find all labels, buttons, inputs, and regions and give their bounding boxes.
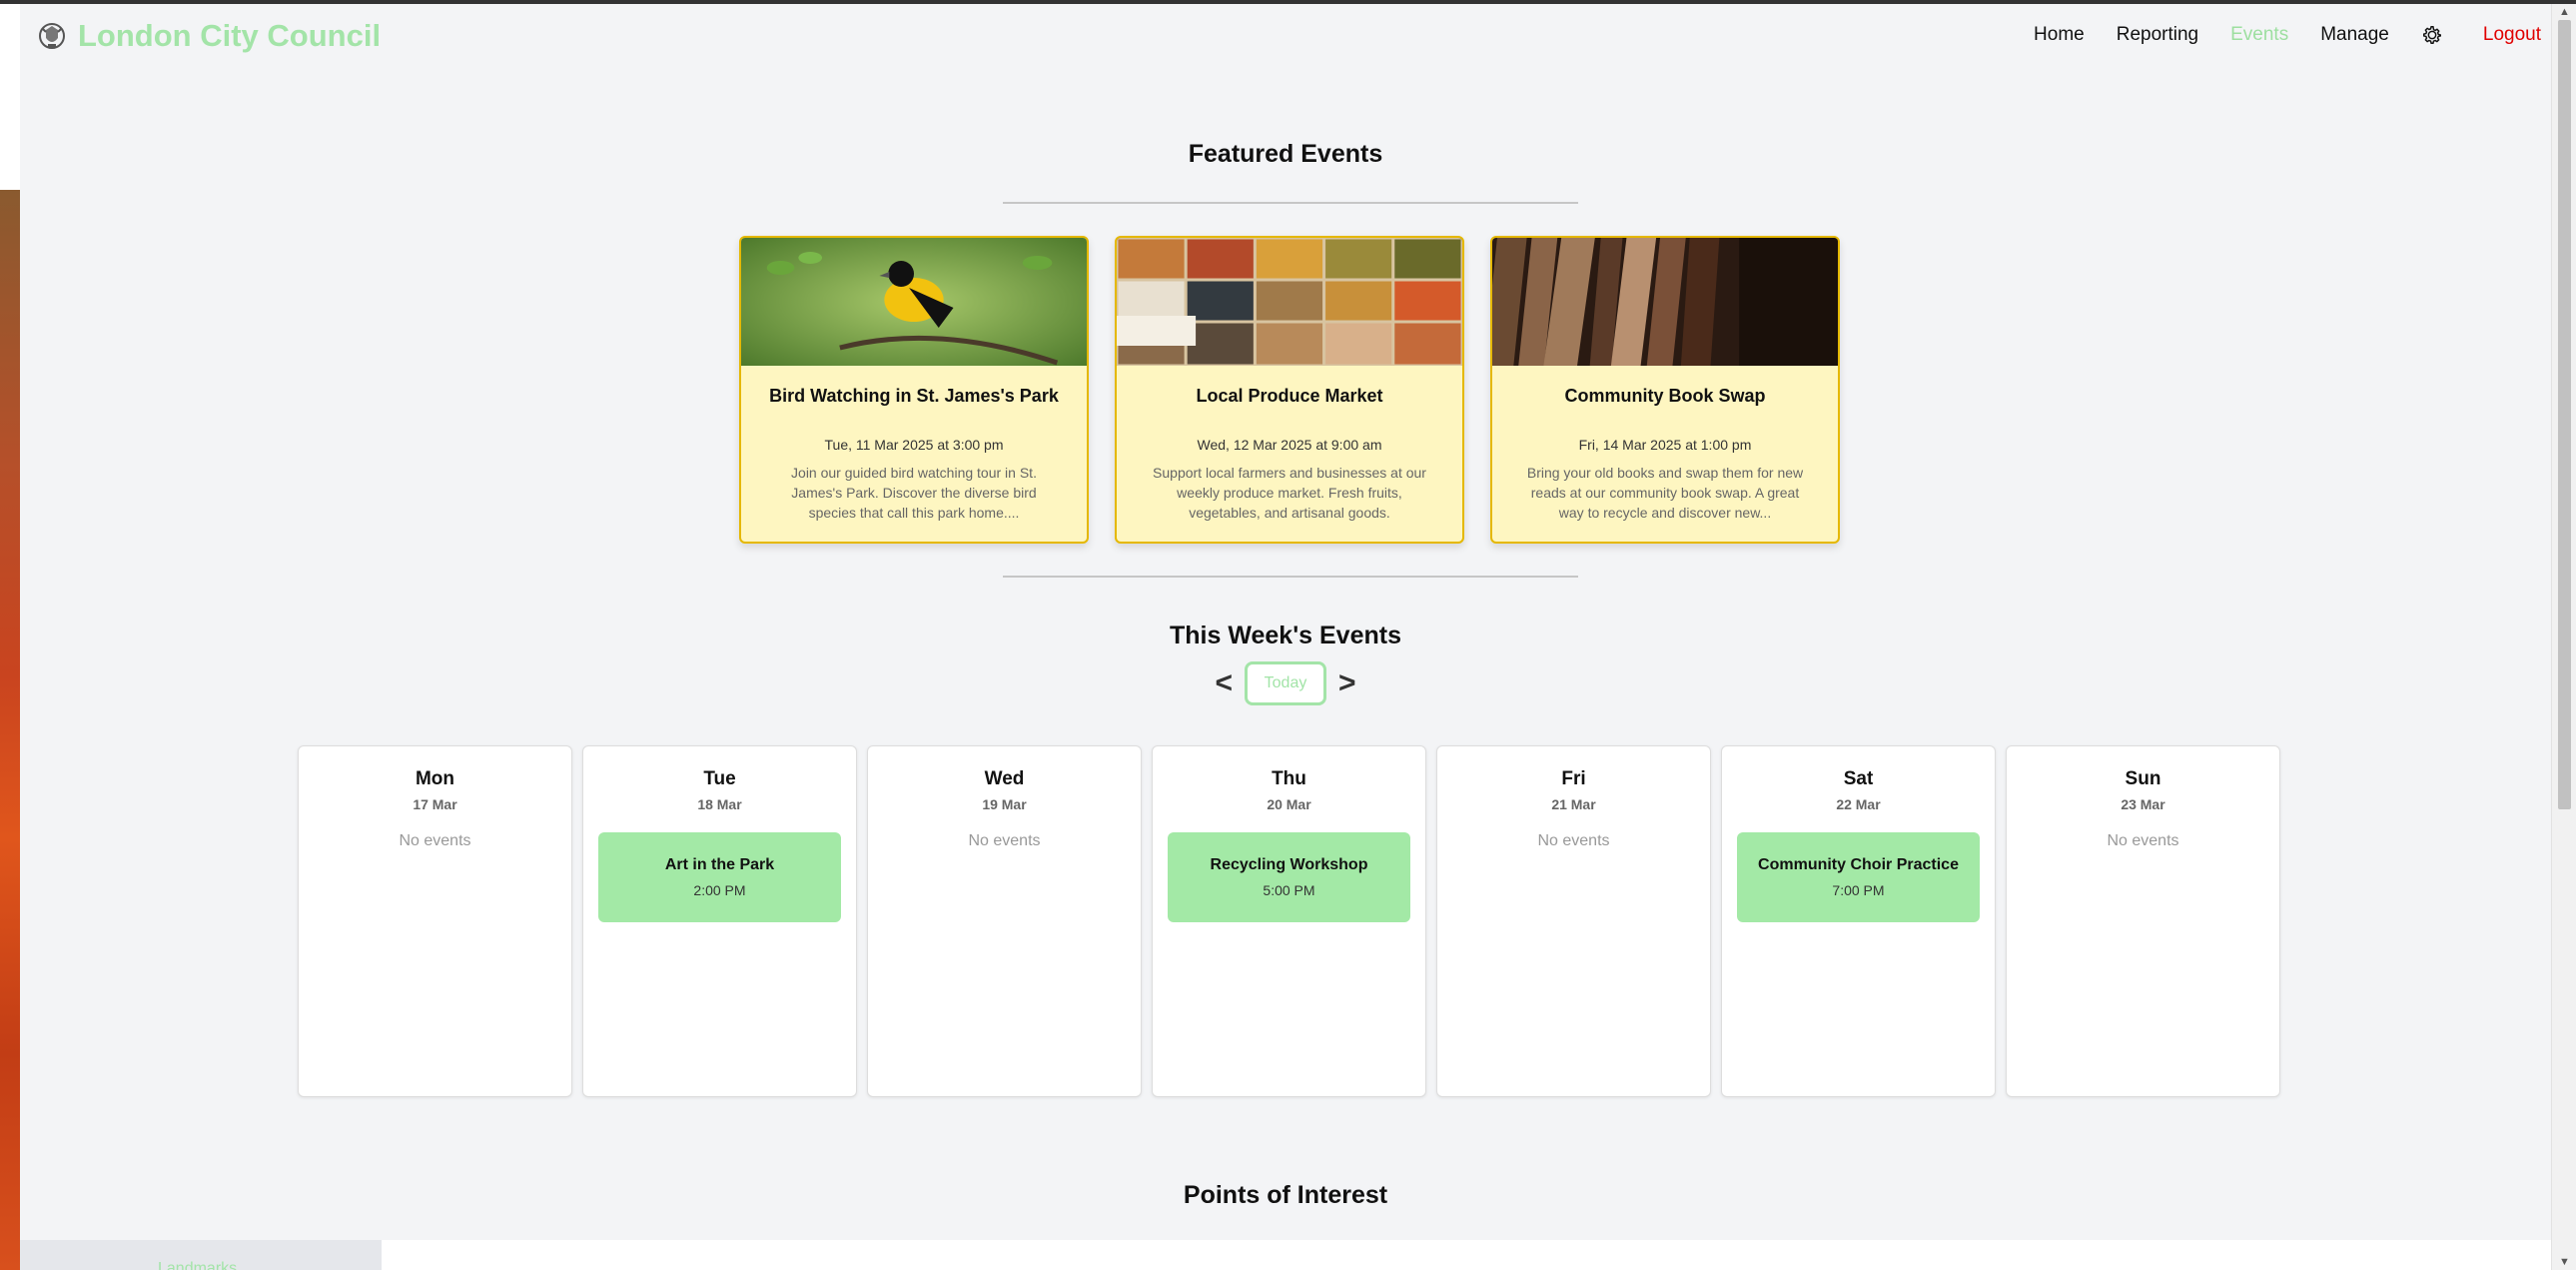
card-title: Bird Watching in St. James's Park (769, 386, 1059, 406)
day-date: 23 Mar (2121, 796, 2165, 812)
no-events-label: No events (968, 832, 1041, 849)
event-title: Community Choir Practice (1758, 856, 1959, 873)
previous-week-button[interactable]: < (1215, 666, 1233, 700)
day-column-sun[interactable]: Sun 23 Mar No events (2006, 745, 2280, 1097)
event-item[interactable]: Community Choir Practice 7:00 PM (1737, 832, 1980, 922)
day-date: 18 Mar (697, 796, 742, 812)
day-date: 20 Mar (1267, 796, 1311, 812)
week-navigation: < Today > (20, 661, 2551, 705)
card-date: Fri, 14 Mar 2025 at 1:00 pm (1578, 437, 1752, 453)
background-image-strip (0, 190, 20, 1270)
card-description: Join our guided bird watching tour in St… (791, 465, 1037, 521)
day-column-thu[interactable]: Thu 20 Mar Recycling Workshop 5:00 PM (1152, 745, 1426, 1097)
nav-reporting[interactable]: Reporting (2117, 24, 2198, 46)
no-events-label: No events (2107, 832, 2179, 849)
bird-image (741, 238, 1087, 366)
nav-events[interactable]: Events (2230, 24, 2288, 46)
event-title: Art in the Park (664, 856, 775, 873)
event-item[interactable]: Recycling Workshop 5:00 PM (1168, 832, 1410, 922)
no-events-label: No events (399, 832, 471, 849)
day-name: Wed (984, 768, 1025, 789)
featured-cards: Bird Watching in St. James's Park Tue, 1… (739, 236, 1840, 544)
event-time: 7:00 PM (1832, 882, 1885, 898)
books-image (1492, 238, 1838, 366)
featured-card[interactable]: Local Produce Market Wed, 12 Mar 2025 at… (1115, 236, 1464, 544)
day-date: 19 Mar (982, 796, 1027, 812)
no-events-label: No events (1537, 832, 1610, 849)
day-column-fri[interactable]: Fri 21 Mar No events (1436, 745, 1711, 1097)
day-date: 22 Mar (1836, 796, 1881, 812)
poi-tab-landmarks[interactable]: Landmarks (158, 1260, 237, 1270)
market-spices-image (1117, 238, 1462, 366)
card-date: Tue, 11 Mar 2025 at 3:00 pm (824, 437, 1004, 453)
event-time: 5:00 PM (1263, 882, 1315, 898)
scrollbar[interactable]: ▲ ▼ (2551, 4, 2576, 1270)
header: London City Council Home Reporting Event… (20, 4, 2551, 68)
event-time: 2:00 PM (693, 882, 746, 898)
day-date: 21 Mar (1551, 796, 1596, 812)
event-item[interactable]: Art in the Park 2:00 PM (598, 832, 841, 922)
nav-manage[interactable]: Manage (2320, 24, 2389, 46)
featured-events-title: Featured Events (1188, 140, 1383, 168)
scroll-up-icon[interactable]: ▲ (2559, 6, 2570, 18)
featured-divider-bottom (1003, 576, 1578, 578)
card-title: Community Book Swap (1564, 386, 1766, 406)
today-button[interactable]: Today (1245, 661, 1326, 705)
nav-home[interactable]: Home (2034, 24, 2085, 46)
day-column-wed[interactable]: Wed 19 Mar No events (867, 745, 1142, 1097)
day-date: 17 Mar (413, 796, 457, 812)
poi-panel (382, 1240, 2551, 1270)
brand[interactable]: London City Council (36, 18, 381, 54)
featured-card[interactable]: Bird Watching in St. James's Park Tue, 1… (739, 236, 1089, 544)
featured-divider-top (1003, 202, 1578, 204)
next-week-button[interactable]: > (1338, 666, 1356, 700)
card-description: Bring your old books and swap them for n… (1526, 465, 1804, 521)
scrollbar-thumb[interactable] (2558, 20, 2571, 809)
day-column-tue[interactable]: Tue 18 Mar Art in the Park 2:00 PM (582, 745, 857, 1097)
main-nav: Home Reporting Events Manage Logout (2002, 24, 2541, 46)
background-top (0, 0, 20, 190)
day-name: Sun (2125, 768, 2161, 789)
scroll-down-icon[interactable]: ▼ (2559, 1256, 2570, 1268)
card-description: Support local farmers and businesses at … (1153, 465, 1426, 521)
day-name: Tue (703, 768, 736, 789)
council-crest-icon (39, 23, 65, 49)
week-events-title: This Week's Events (1170, 622, 1401, 649)
week-calendar: Mon 17 Mar No events Tue 18 Mar Art in t… (298, 745, 2280, 1097)
day-column-sat[interactable]: Sat 22 Mar Community Choir Practice 7:00… (1721, 745, 1996, 1097)
featured-card[interactable]: Community Book Swap Fri, 14 Mar 2025 at … (1490, 236, 1840, 544)
logout-link[interactable]: Logout (2483, 24, 2541, 46)
brand-name: London City Council (78, 18, 382, 53)
page: London City Council Home Reporting Event… (20, 4, 2551, 1270)
day-name: Sat (1843, 768, 1874, 789)
points-of-interest-title: Points of Interest (1183, 1181, 1388, 1209)
day-name: Fri (1561, 768, 1586, 789)
day-name: Mon (415, 768, 455, 789)
day-column-mon[interactable]: Mon 17 Mar No events (298, 745, 572, 1097)
card-date: Wed, 12 Mar 2025 at 9:00 am (1197, 437, 1382, 453)
day-name: Thu (1272, 768, 1306, 789)
gear-icon[interactable] (2421, 24, 2443, 46)
card-title: Local Produce Market (1196, 386, 1383, 406)
event-title: Recycling Workshop (1210, 856, 1368, 873)
